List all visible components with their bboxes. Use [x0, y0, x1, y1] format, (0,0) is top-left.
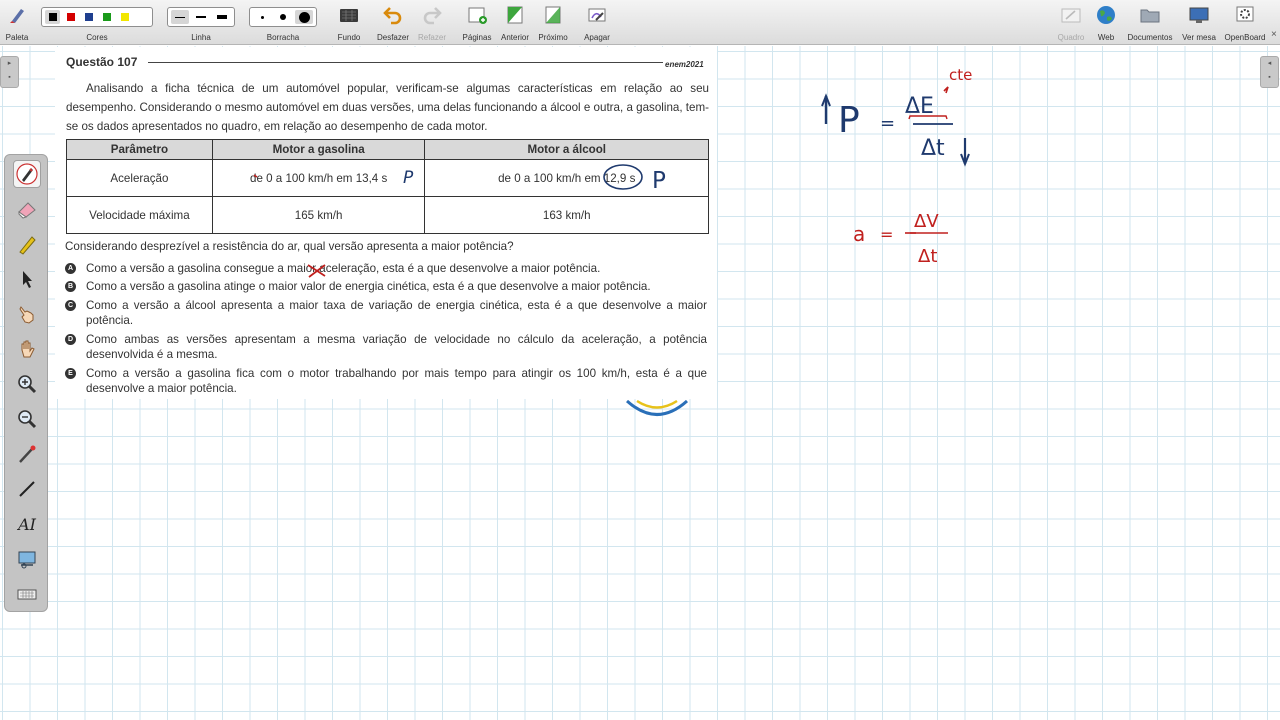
- title-rule: [148, 62, 663, 63]
- highlighter-icon: [19, 236, 36, 255]
- next-button[interactable]: Próximo: [536, 0, 570, 45]
- capture-icon: [18, 551, 36, 569]
- palette-icon: [10, 9, 24, 23]
- capture-tool[interactable]: [13, 545, 41, 573]
- table-cell: de 0 a 100 km/h em 13,4 s: [211, 159, 426, 197]
- expand-right-icon: ◂ ▪: [1267, 60, 1272, 81]
- question-document[interactable]: Questão 107 enem2021 Analisando a ficha …: [55, 47, 717, 399]
- right-panel-toggle[interactable]: ◂ ▪: [1260, 56, 1279, 88]
- table-cell: 163 km/h: [424, 196, 709, 234]
- previous-page-icon: [507, 6, 523, 24]
- zoom-out-icon: [18, 410, 37, 429]
- table-row: Velocidade máxima 165 km/h 163 km/h: [66, 196, 709, 234]
- text-icon: AI: [18, 514, 36, 534]
- table-cell: de 0 a 100 km/h em 12,9 s: [424, 159, 709, 197]
- question-title: Questão 107: [66, 55, 138, 69]
- erase-all-icon: [588, 8, 606, 22]
- openboard-button[interactable]: OpenBoard: [1222, 0, 1268, 45]
- erase-all-button[interactable]: Apagar: [580, 0, 614, 45]
- option-letter-badge: E: [65, 368, 76, 379]
- option-letter-badge: B: [65, 281, 76, 292]
- laser-pointer-tool[interactable]: [13, 440, 41, 468]
- undo-button[interactable]: Desfazer: [376, 0, 410, 45]
- eraser-tool[interactable]: [13, 195, 41, 223]
- undo-icon: [383, 7, 402, 25]
- option-text: Como a versão a gasolina atinge o maior …: [86, 280, 651, 293]
- table-cell: 165 km/h: [211, 196, 426, 234]
- next-page-icon: [545, 6, 561, 24]
- background-icon: [340, 9, 358, 22]
- desktop-button[interactable]: Ver mesa: [1179, 0, 1219, 45]
- pointing-hand-icon: [19, 306, 34, 324]
- option-text: Como a versão a álcool apresenta a maior…: [86, 299, 707, 327]
- background-button[interactable]: Fundo: [333, 0, 365, 45]
- folder-icon: [1140, 9, 1160, 23]
- close-window-button[interactable]: ×: [1270, 0, 1280, 45]
- exam-logo: enem2021: [665, 60, 704, 69]
- table-header-cell: Motor a gasolina: [211, 139, 426, 160]
- web-button[interactable]: Web: [1091, 0, 1121, 45]
- pages-icon: [468, 7, 487, 24]
- palette-button[interactable]: Paleta: [2, 0, 32, 45]
- redo-button[interactable]: Refazer: [415, 0, 449, 45]
- tool-palette: AI: [4, 154, 48, 612]
- highlighter-tool[interactable]: [13, 230, 41, 258]
- zoom-in-tool[interactable]: [13, 370, 41, 398]
- zoom-in-icon: [18, 375, 37, 394]
- keyboard-icon: [17, 589, 37, 600]
- table-row: Aceleração de 0 a 100 km/h em 13,4 s de …: [66, 159, 709, 197]
- board-button[interactable]: Quadro: [1054, 0, 1088, 45]
- table-header-row: Parâmetro Motor a gasolina Motor a álcoo…: [66, 139, 709, 160]
- table-cell: Velocidade máxima: [66, 196, 213, 234]
- settings-icon: [1236, 6, 1254, 22]
- left-panel-toggle[interactable]: ▸ ▪: [0, 56, 19, 88]
- line-group: Linha: [191, 33, 211, 42]
- specs-table: Parâmetro Motor a gasolina Motor a álcoo…: [66, 139, 709, 234]
- option-e[interactable]: E Como a versão a gasolina fica com o mo…: [65, 366, 707, 396]
- option-d[interactable]: D Como ambas as versões apresentam a mes…: [65, 332, 707, 362]
- globe-icon: [1097, 6, 1115, 24]
- option-letter-badge: C: [65, 300, 76, 311]
- option-text: Como ambas as versões apresentam a mesma…: [86, 333, 707, 361]
- text-tool[interactable]: AI: [13, 510, 41, 538]
- interact-tool[interactable]: [13, 300, 41, 328]
- expand-left-icon: ▸ ▪: [7, 60, 12, 81]
- previous-button[interactable]: Anterior: [498, 0, 532, 45]
- monitor-icon: [1189, 7, 1209, 23]
- redo-icon: [423, 7, 442, 25]
- table-header-cell: Parâmetro: [66, 139, 213, 160]
- table-cell: Aceleração: [66, 159, 213, 197]
- pen-tool[interactable]: [13, 160, 41, 188]
- question-prompt: Considerando desprezível a resistência d…: [65, 240, 514, 253]
- zoom-out-tool[interactable]: [13, 405, 41, 433]
- option-c[interactable]: C Como a versão a álcool apresenta a mai…: [65, 298, 707, 328]
- option-b[interactable]: B Como a versão a gasolina atinge o maio…: [65, 279, 707, 294]
- select-tool[interactable]: [13, 265, 41, 293]
- option-letter-badge: D: [65, 334, 76, 345]
- arrow-cursor-icon: [23, 271, 32, 288]
- close-icon: ×: [1271, 29, 1277, 40]
- documents-button[interactable]: Documentos: [1124, 0, 1176, 45]
- option-letter-badge: A: [65, 263, 76, 274]
- line-icon: [19, 481, 35, 497]
- eraser-icon: [18, 202, 36, 219]
- hand-icon: [21, 340, 35, 358]
- virtual-keyboard-tool[interactable]: [13, 580, 41, 608]
- pen-icon: [16, 163, 38, 185]
- line-tool[interactable]: [13, 475, 41, 503]
- colors-group: Cores: [86, 33, 108, 42]
- board-icon: [1061, 8, 1081, 23]
- eraser-group: Borracha: [266, 33, 300, 42]
- option-a[interactable]: A Como a versão a gasolina consegue a ma…: [65, 261, 707, 276]
- pages-button[interactable]: Páginas: [460, 0, 494, 45]
- option-text: Como a versão a gasolina fica com o moto…: [86, 367, 707, 395]
- table-header-cell: Motor a álcool: [424, 139, 709, 160]
- laser-pointer-icon: [19, 445, 36, 463]
- main-toolbar: Paleta Cores Linha Borracha Fundo Desfaz…: [0, 0, 1280, 45]
- question-intro: Analisando a ficha técnica de um automóv…: [66, 82, 709, 133]
- option-text: Como a versão a gasolina consegue a maio…: [86, 262, 601, 275]
- hand-tool[interactable]: [13, 335, 41, 363]
